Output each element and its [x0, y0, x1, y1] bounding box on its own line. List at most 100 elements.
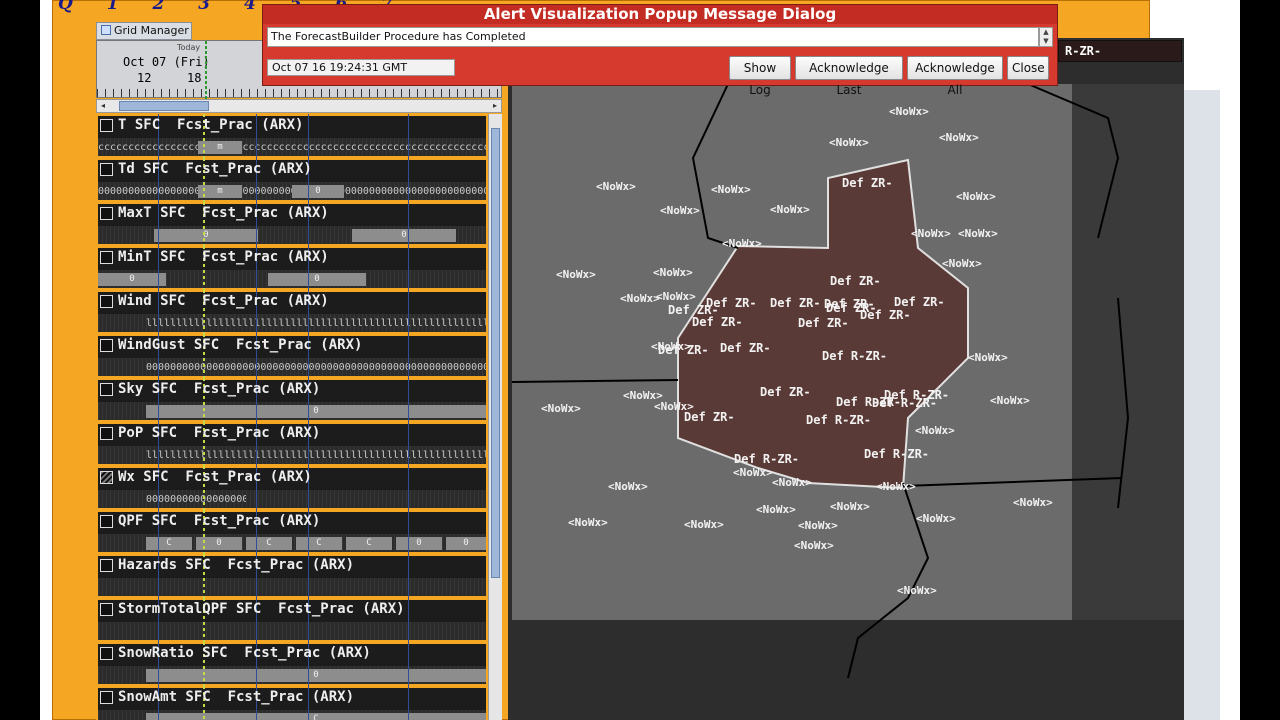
nowx-label: <NoWx> [968, 351, 1008, 364]
row-checkbox[interactable] [100, 163, 113, 176]
row-checkbox[interactable] [100, 427, 113, 440]
grid-block[interactable]: 0 [98, 273, 166, 286]
row-timeline[interactable]: llllllllllllllllllllllllllllllllllllllll… [98, 314, 486, 332]
grid-row[interactable]: C 0 C C C 0 0 QPF SFC Fcst_Prac (ARX) [96, 510, 488, 554]
message-scroll[interactable]: ▲ ▼ [1039, 27, 1053, 47]
grid-block[interactable]: C [246, 537, 292, 550]
grid-row[interactable]: 00000000000000000 Wx SFC Fcst_Prac (ARX) [96, 466, 488, 510]
row-timeline[interactable]: 00 [98, 226, 486, 244]
nowx-label: <NoWx> [596, 180, 636, 193]
row-timeline[interactable]: 0000000000000000000000000000000000000000… [98, 358, 486, 376]
row-checkbox[interactable] [100, 515, 113, 528]
row-timeline[interactable]: llllllllllllllllllllllllllllllllllllllll… [98, 446, 486, 464]
nowx-label: <NoWx> [541, 402, 581, 415]
message-field[interactable]: The ForecastBuilder Procedure has Comple… [267, 27, 1039, 47]
grid-row[interactable]: StormTotalQPF SFC Fcst_Prac (ARX) [96, 598, 488, 642]
row-label: SnowAmt SFC Fcst_Prac (ARX) [118, 689, 355, 705]
row-checkbox[interactable] [100, 691, 113, 704]
grid-block[interactable]: 0 [154, 229, 258, 242]
time-gridline [408, 598, 409, 642]
row-label: Wx SFC Fcst_Prac (ARX) [118, 469, 312, 485]
row-timeline[interactable] [98, 578, 486, 596]
grid-row[interactable]: llllllllllllllllllllllllllllllllllllllll… [96, 290, 488, 334]
minimize-icon[interactable] [1150, 27, 1160, 37]
row-checkbox[interactable] [100, 559, 113, 572]
def-zr-label: Def ZR- [720, 341, 771, 355]
row-checkbox[interactable] [100, 251, 113, 264]
grid-block[interactable]: 0 [446, 537, 486, 550]
grid-block[interactable]: 0 [146, 669, 486, 682]
timestamp-field: Oct 07 16 19:24:31 GMT [267, 59, 455, 76]
nowx-label: <NoWx> [722, 237, 762, 250]
row-checkbox[interactable] [100, 603, 113, 616]
grid-block[interactable]: 0 [268, 273, 366, 286]
grid-row[interactable]: 0 SnowRatio SFC Fcst_Prac (ARX) [96, 642, 488, 686]
scrollbar-thumb[interactable] [491, 128, 500, 578]
grid-blocks[interactable]: 0000000000000000000000000000000000000000… [146, 361, 486, 374]
def-zr-label: Def ZR- [692, 315, 743, 329]
def-r-zr-label: Def R-ZR- [822, 349, 887, 363]
nowx-label: <NoWx> [556, 268, 596, 281]
acknowledge-last-button[interactable]: Acknowledge Last [795, 56, 903, 97]
grid-manager-tab[interactable]: Grid Manager [96, 22, 192, 40]
row-timeline[interactable]: C0CCC00 [98, 534, 486, 552]
grid-block[interactable]: 0 [292, 185, 344, 198]
grid-row[interactable]: 0000000000000000000000000000000000000000… [96, 158, 488, 202]
time-gridline [408, 246, 409, 290]
row-checkbox[interactable] [100, 471, 113, 484]
nowx-label: <NoWx> [756, 503, 796, 516]
row-timeline[interactable]: 0 [98, 666, 486, 684]
row-checkbox[interactable] [100, 383, 113, 396]
row-timeline[interactable]: 0 [98, 402, 486, 420]
maximize-icon[interactable] [1164, 27, 1174, 37]
show-log-button[interactable]: Show Log [729, 56, 791, 97]
row-checkbox[interactable] [100, 119, 113, 132]
row-label: StormTotalQPF SFC Fcst_Prac (ARX) [118, 601, 405, 617]
grid-row[interactable]: 0 Sky SFC Fcst_Prac (ARX) [96, 378, 488, 422]
grid-blocks[interactable]: llllllllllllllllllllllllllllllllllllllll… [146, 449, 486, 462]
acknowledge-all-button[interactable]: Acknowledge All [907, 56, 1003, 97]
def-zr-label: Def ZR- [760, 385, 811, 399]
row-checkbox[interactable] [100, 339, 113, 352]
row-timeline[interactable] [98, 622, 486, 640]
row-timeline[interactable]: 0000000000000000000000000000000000000000… [98, 182, 486, 200]
time-gridline [408, 114, 409, 158]
row-timeline[interactable]: C [98, 710, 486, 720]
grid-row[interactable]: cccccccccccccccccccccccccccccccccccccccc… [96, 114, 488, 158]
scroll-right-icon[interactable]: ▸ [489, 100, 501, 112]
scrollbar-thumb[interactable] [119, 101, 209, 111]
nowx-label: <NoWx> [915, 424, 955, 437]
vertical-scrollbar[interactable] [488, 114, 502, 720]
grid-block[interactable]: C [296, 537, 342, 550]
row-timeline[interactable]: 00000000000000000 [98, 490, 486, 508]
row-timeline[interactable]: 00 [98, 270, 486, 288]
grid-row[interactable]: 0 0 MaxT SFC Fcst_Prac (ARX) [96, 202, 488, 246]
close-button[interactable]: Close [1007, 56, 1049, 80]
grid-row[interactable]: 0000000000000000000000000000000000000000… [96, 334, 488, 378]
grid-row[interactable]: llllllllllllllllllllllllllllllllllllllll… [96, 422, 488, 466]
row-checkbox[interactable] [100, 295, 113, 308]
grid-blocks[interactable]: llllllllllllllllllllllllllllllllllllllll… [146, 317, 486, 330]
row-checkbox[interactable] [100, 647, 113, 660]
grid-row[interactable]: 0 0 MinT SFC Fcst_Prac (ARX) [96, 246, 488, 290]
grid-row[interactable]: C SnowAmt SFC Fcst_Prac (ARX) [96, 686, 488, 720]
nowx-label: <NoWx> [770, 203, 810, 216]
time-gridline [408, 202, 409, 246]
grid-block[interactable]: C [146, 713, 486, 720]
scroll-left-icon[interactable]: ◂ [97, 100, 109, 112]
grid-row[interactable]: Hazards SFC Fcst_Prac (ARX) [96, 554, 488, 598]
def-r-zr-label: Def R-ZR- [884, 388, 949, 402]
grid-block[interactable]: 0 [146, 405, 486, 418]
row-timeline[interactable]: cccccccccccccccccccccccccccccccccccccccc… [98, 138, 486, 156]
grid-block[interactable]: 0 [352, 229, 456, 242]
grid-block[interactable]: C [146, 537, 192, 550]
spatial-editor-map[interactable]: <NoWx> <NoWx> <NoWx> <NoWx> <NoWx> <NoWx> <NoW… [508, 38, 1184, 720]
grid-block[interactable]: C [346, 537, 392, 550]
grid-block[interactable]: 0 [396, 537, 442, 550]
nowx-label: <NoWx> [656, 290, 696, 303]
grid-blocks[interactable]: cccccccccccccccccccccccccccccccccccccccc… [98, 141, 486, 154]
nowx-label: <NoWx> [660, 204, 700, 217]
horizontal-scrollbar[interactable]: ◂ ▸ [96, 99, 502, 113]
row-checkbox[interactable] [100, 207, 113, 220]
grid-blocks[interactable]: 00000000000000000 [146, 493, 246, 506]
